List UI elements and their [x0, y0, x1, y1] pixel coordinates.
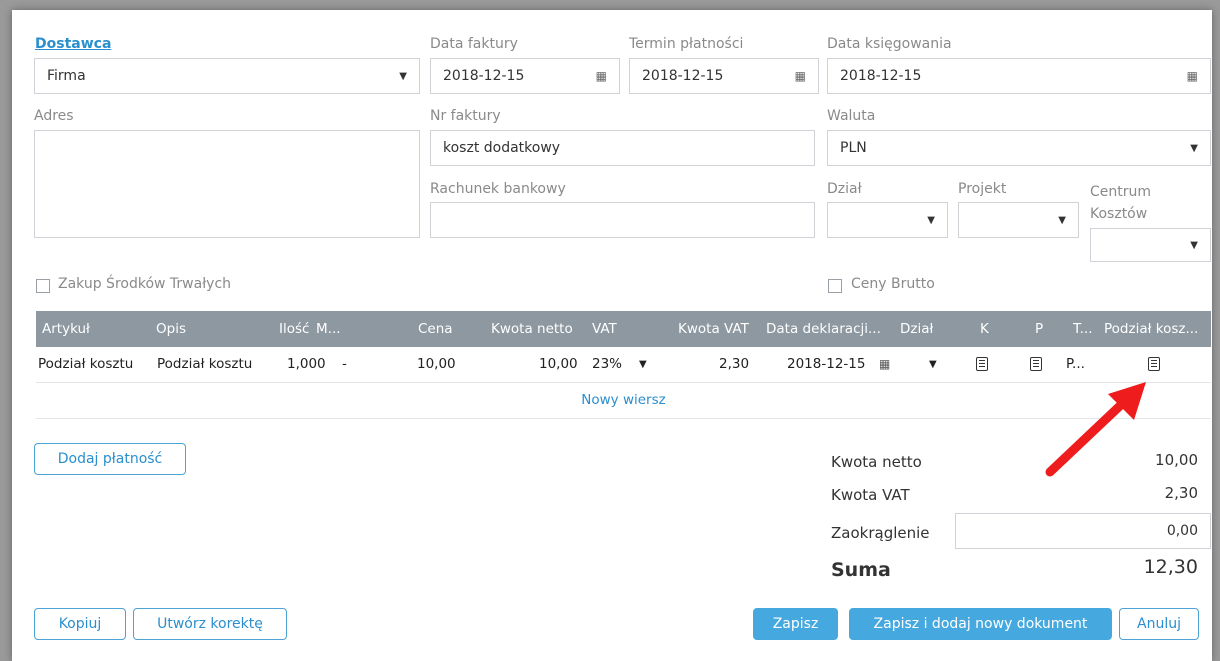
save-and-new-button[interactable]: Zapisz i dodaj nowy dokument [849, 608, 1112, 640]
invoice-form: Dostawca Data faktury Termin płatności D… [12, 10, 1212, 661]
bank-account-label: Rachunek bankowy [430, 181, 566, 197]
cell-unit[interactable]: - [342, 347, 347, 382]
cell-vat-amount[interactable]: 2,30 [719, 347, 749, 382]
col-unit[interactable]: M... [316, 311, 341, 347]
bank-account-input[interactable] [430, 202, 815, 238]
create-correction-button[interactable]: Utwórz korektę [133, 608, 287, 640]
supplier-select[interactable]: Firma ▼ [34, 58, 420, 94]
chevron-down-icon[interactable]: ▼ [929, 347, 937, 382]
save-button[interactable]: Zapisz [753, 608, 838, 640]
col-article[interactable]: Artykuł [42, 311, 90, 347]
due-date-input[interactable]: 2018-12-15 ▦ [629, 58, 819, 94]
col-qty[interactable]: Ilość [279, 311, 309, 347]
col-dept[interactable]: Dział [900, 311, 933, 347]
rounding-value: 0,00 [1166, 523, 1198, 539]
new-row-link[interactable]: Nowy wiersz [36, 383, 1211, 419]
k-document-icon[interactable] [976, 347, 988, 382]
department-label: Dział [827, 181, 862, 197]
calendar-icon[interactable]: ▦ [879, 347, 890, 382]
cell-net[interactable]: 10,00 [539, 347, 578, 382]
chevron-down-icon: ▼ [1058, 214, 1066, 226]
col-p[interactable]: P [1035, 311, 1043, 347]
col-description[interactable]: Opis [156, 311, 186, 347]
vat-total-label: Kwota VAT [831, 486, 910, 504]
fixed-assets-checkbox[interactable] [36, 279, 50, 293]
gross-prices-checkbox[interactable] [828, 279, 842, 293]
cost-center-label: Centrum Kosztów [1090, 184, 1152, 222]
calendar-icon[interactable]: ▦ [596, 69, 607, 83]
cell-t[interactable]: P... [1066, 347, 1085, 382]
net-total-label: Kwota netto [831, 453, 922, 471]
invoice-date-input[interactable]: 2018-12-15 ▦ [430, 58, 620, 94]
invoice-no-value: koszt dodatkowy [443, 140, 561, 156]
cell-description[interactable]: Podział kosztu [157, 347, 252, 382]
currency-label: Waluta [827, 108, 876, 124]
chevron-down-icon: ▼ [927, 214, 935, 226]
project-select[interactable]: ▼ [958, 202, 1079, 238]
col-price[interactable]: Cena [418, 311, 453, 347]
chevron-down-icon: ▼ [1190, 142, 1198, 154]
currency-value: PLN [840, 140, 867, 156]
chevron-down-icon[interactable]: ▼ [639, 347, 647, 382]
cost-split-document-icon[interactable] [1148, 347, 1160, 382]
cell-qty[interactable]: 1,000 [287, 347, 326, 382]
total-label: Suma [831, 559, 891, 581]
calendar-icon[interactable]: ▦ [795, 69, 806, 83]
table-header: Artykuł Opis Ilość M... Cena Kwota netto… [36, 311, 1211, 347]
fixed-assets-label: Zakup Środków Trwałych [58, 276, 232, 292]
chevron-down-icon: ▼ [1190, 239, 1198, 251]
total-value: 12,30 [1143, 556, 1198, 578]
p-document-icon[interactable] [1030, 347, 1042, 382]
due-date-label: Termin płatności [629, 36, 744, 52]
project-label: Projekt [958, 181, 1007, 197]
cell-article[interactable]: Podział kosztu [38, 347, 146, 382]
rounding-label: Zaokrąglenie [831, 524, 930, 542]
calendar-icon[interactable]: ▦ [1187, 69, 1198, 83]
invoice-no-input[interactable]: koszt dodatkowy [430, 130, 815, 166]
booking-date-input[interactable]: 2018-12-15 ▦ [827, 58, 1211, 94]
add-payment-button[interactable]: Dodaj płatność [34, 443, 186, 475]
gross-prices-label: Ceny Brutto [851, 276, 935, 292]
copy-button[interactable]: Kopiuj [34, 608, 126, 640]
col-k[interactable]: K [980, 311, 989, 347]
table-row[interactable]: Podział kosztu Podział kosztu 1,000 - 10… [36, 347, 1211, 383]
currency-select[interactable]: PLN ▼ [827, 130, 1211, 166]
invoice-date-label: Data faktury [430, 36, 518, 52]
address-label: Adres [34, 108, 74, 124]
red-arrow-annotation [1045, 382, 1146, 477]
col-t[interactable]: T... [1073, 311, 1093, 347]
col-decl-date[interactable]: Data deklaracji... [766, 311, 881, 347]
col-cost-split[interactable]: Podział kosz... [1104, 311, 1209, 347]
col-vat[interactable]: VAT [592, 311, 617, 347]
vat-total-value: 2,30 [1164, 484, 1198, 502]
department-select[interactable]: ▼ [827, 202, 948, 238]
cell-price[interactable]: 10,00 [417, 347, 456, 382]
booking-date-value: 2018-12-15 [840, 68, 922, 84]
supplier-value: Firma [47, 68, 86, 84]
col-vat-amount[interactable]: Kwota VAT [678, 311, 749, 347]
cost-center-select[interactable]: ▼ [1090, 228, 1211, 262]
net-total-value: 10,00 [1155, 451, 1198, 469]
supplier-label[interactable]: Dostawca [35, 36, 111, 52]
due-date-value: 2018-12-15 [642, 68, 724, 84]
cell-decl-date[interactable]: 2018-12-15 [787, 347, 865, 382]
address-textarea[interactable] [34, 130, 420, 238]
invoice-no-label: Nr faktury [430, 108, 501, 124]
cell-vat[interactable]: 23% [592, 347, 622, 382]
invoice-date-value: 2018-12-15 [443, 68, 525, 84]
cancel-button[interactable]: Anuluj [1119, 608, 1199, 640]
booking-date-label: Data księgowania [827, 36, 952, 52]
chevron-down-icon: ▼ [399, 70, 407, 82]
col-net[interactable]: Kwota netto [491, 311, 573, 347]
rounding-input[interactable]: 0,00 [955, 513, 1211, 549]
